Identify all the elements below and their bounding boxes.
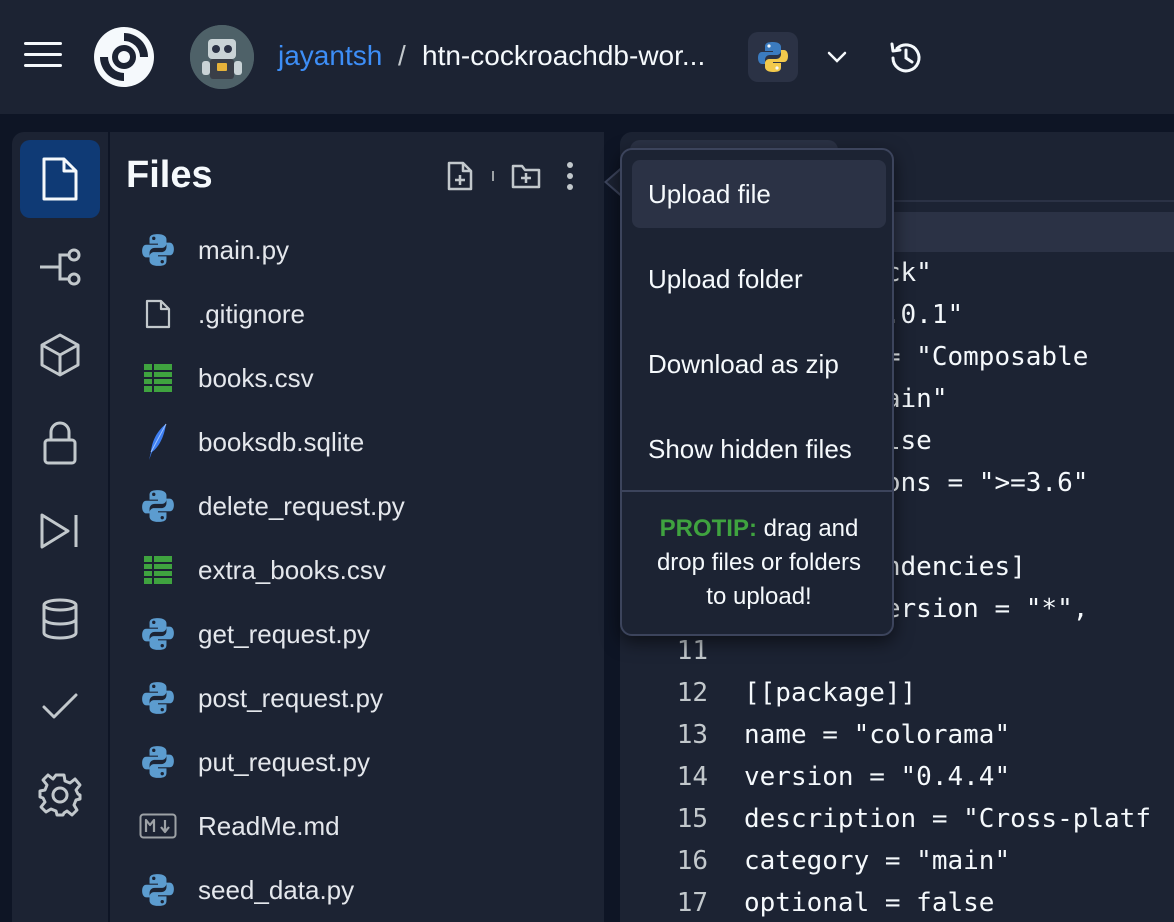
markdown-file-icon [138, 806, 178, 846]
repl-name[interactable]: htn-cockroachdb-wor... [422, 40, 705, 72]
top-header: jayantsh / htn-cockroachdb-wor... [0, 0, 1174, 114]
package-cube-icon[interactable] [20, 316, 100, 394]
file-item-get-request-py[interactable]: get_request.py [110, 602, 604, 666]
git-branch-icon[interactable] [20, 228, 100, 306]
file-name: booksdb.sqlite [198, 426, 365, 457]
line-number: 15 [676, 804, 708, 834]
file-item-delete-request-py[interactable]: delete_request.py [110, 474, 604, 538]
new-folder-icon[interactable] [508, 158, 544, 194]
code-text: optional = false [744, 888, 995, 918]
code-line[interactable]: 13 name = "colorama" [620, 714, 1174, 756]
gear-icon[interactable] [20, 756, 100, 834]
python-file-icon [138, 742, 178, 782]
file-name: put_request.py [198, 746, 371, 777]
file-name: delete_request.py [198, 490, 405, 521]
code-text: version = "0.4.4" [744, 762, 1011, 792]
code-line[interactable]: 12 [[package]] [620, 672, 1174, 714]
code-line[interactable]: 17 optional = false [620, 882, 1174, 922]
file-name: extra_books.csv [198, 554, 386, 585]
file-item-put-request-py[interactable]: put_request.py [110, 730, 604, 794]
python-file-icon [138, 230, 178, 270]
code-text: [[package]] [744, 678, 917, 708]
files-panel-title: Files [126, 154, 213, 196]
file-item-seed-data-py[interactable]: seed_data.py [110, 858, 604, 922]
code-text: description = "Cross-platf [744, 804, 1151, 834]
python-file-icon [138, 678, 178, 718]
file-name: .gitignore [198, 298, 305, 329]
line-number: 17 [676, 888, 708, 918]
text-file-icon [138, 294, 178, 334]
file-item-main-py[interactable]: main.py [110, 218, 604, 282]
line-number: 11 [676, 636, 708, 666]
files-panel: Files main.py .gitignore books.csv books… [110, 132, 604, 922]
csv-spreadsheet-icon [138, 550, 178, 590]
file-name: get_request.py [198, 618, 371, 649]
line-number: 16 [676, 846, 708, 876]
file-item-extra-books-csv[interactable]: extra_books.csv [110, 538, 604, 602]
code-line[interactable]: 11 [620, 630, 1174, 672]
files-tool-icon[interactable] [20, 140, 100, 218]
file-item-post-request-py[interactable]: post_request.py [110, 666, 604, 730]
new-file-icon[interactable] [442, 158, 478, 194]
file-name: post_request.py [198, 682, 384, 713]
files-options-menu: Upload file Upload folder Download as zi… [620, 148, 894, 636]
file-item-readme-md[interactable]: ReadMe.md [110, 794, 604, 858]
menu-divider [622, 490, 892, 492]
menu-pointer-inner [607, 170, 621, 194]
user-avatar[interactable] [190, 25, 254, 89]
breadcrumb-separator: / [398, 40, 406, 71]
line-number: 13 [676, 720, 708, 750]
menu-item-show-hidden-files[interactable]: Show hidden files [632, 415, 886, 483]
python-file-icon [138, 870, 178, 910]
code-line[interactable]: 14 version = "0.4.4" [620, 756, 1174, 798]
code-line[interactable]: 15 description = "Cross-platf [620, 798, 1174, 840]
files-actions [442, 156, 588, 196]
protip-text: PROTIP: drag and drop files or folders t… [632, 512, 886, 614]
python-file-icon [138, 614, 178, 654]
chevron-down-icon[interactable] [824, 44, 850, 70]
file-name: books.csv [198, 362, 314, 393]
left-icon-rail [12, 132, 108, 922]
file-name: seed_data.py [198, 874, 355, 905]
file-item-books-csv[interactable]: books.csv [110, 346, 604, 410]
python-language-icon[interactable] [748, 32, 798, 82]
code-line[interactable]: 16 category = "main" [620, 840, 1174, 882]
repl-owner-link[interactable]: jayantsh [278, 40, 382, 72]
menu-item-download-zip[interactable]: Download as zip [632, 330, 886, 398]
protip-line3: to upload! [706, 583, 812, 610]
menu-item-upload-folder[interactable]: Upload folder [632, 245, 886, 313]
hamburger-menu-icon[interactable] [24, 42, 62, 70]
python-file-icon [138, 486, 178, 526]
file-name: ReadMe.md [198, 810, 340, 841]
protip-line1: drag and [763, 515, 859, 542]
replit-logo-icon[interactable] [92, 25, 156, 89]
play-run-icon[interactable] [20, 492, 100, 570]
csv-spreadsheet-icon [138, 358, 178, 398]
more-options-icon[interactable] [552, 158, 588, 194]
lock-icon[interactable] [20, 404, 100, 482]
database-icon[interactable] [20, 580, 100, 658]
code-text: name = "colorama" [744, 720, 1011, 750]
code-text: category = "main" [744, 846, 1011, 876]
file-tree: main.py .gitignore books.csv booksdb.sql… [110, 218, 604, 922]
line-number: 12 [676, 678, 708, 708]
history-icon[interactable] [886, 38, 926, 78]
file-name: main.py [198, 234, 290, 265]
actions-divider [492, 171, 494, 181]
line-number: 14 [676, 762, 708, 792]
file-item-booksdb-sqlite[interactable]: booksdb.sqlite [110, 410, 604, 474]
protip-keyword: PROTIP: [659, 515, 757, 542]
file-item-gitignore[interactable]: .gitignore [110, 282, 604, 346]
checkmark-icon[interactable] [20, 668, 100, 746]
sqlite-feather-icon [138, 422, 178, 462]
menu-item-upload-file[interactable]: Upload file [632, 160, 886, 228]
protip-line2: drop files or folders [656, 549, 862, 576]
